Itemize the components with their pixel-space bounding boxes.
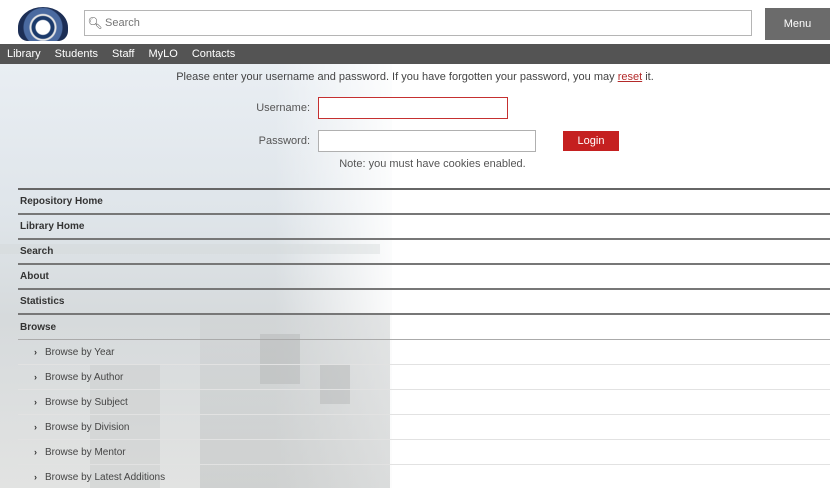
chevron-right-icon: › — [34, 397, 37, 407]
browse-item-label: Browse by Latest Additions — [45, 471, 166, 483]
username-label: Username: — [256, 102, 310, 114]
browse-by-subject[interactable]: › Browse by Subject — [18, 390, 830, 415]
browse-by-mentor[interactable]: › Browse by Mentor — [18, 440, 830, 465]
cookies-note: Note: you must have cookies enabled. — [339, 158, 526, 170]
chevron-right-icon: › — [34, 372, 37, 382]
password-label: Password: — [258, 135, 310, 147]
login-instructions: Please enter your username and password.… — [0, 71, 830, 83]
menu-button[interactable]: Menu — [765, 8, 830, 40]
nav-students[interactable]: Students — [48, 48, 105, 60]
reset-password-link[interactable]: reset — [618, 71, 642, 83]
login-intro-suffix: it. — [642, 71, 654, 83]
main-nav: Library Students Staff MyLO Contacts — [0, 44, 830, 64]
login-intro-text: Please enter your username and password.… — [176, 71, 618, 83]
browse-by-division[interactable]: › Browse by Division — [18, 415, 830, 440]
nav-contacts[interactable]: Contacts — [185, 48, 242, 60]
login-button[interactable]: Login — [563, 131, 619, 151]
menu-item-search[interactable]: Search — [18, 240, 830, 265]
menu-item-about[interactable]: About — [18, 265, 830, 290]
top-header: 🔍︎ Menu — [0, 0, 830, 44]
browse-item-label: Browse by Subject — [45, 396, 128, 408]
browse-by-author[interactable]: › Browse by Author — [18, 365, 830, 390]
browse-by-year[interactable]: › Browse by Year — [18, 340, 830, 365]
menu-item-statistics[interactable]: Statistics — [18, 290, 830, 315]
nav-library[interactable]: Library — [0, 48, 48, 60]
username-row: Username: — [230, 97, 508, 119]
username-field[interactable] — [318, 97, 508, 119]
browse-item-label: Browse by Year — [45, 346, 115, 358]
browse-by-latest-additions[interactable]: › Browse by Latest Additions — [18, 465, 830, 488]
browse-item-label: Browse by Division — [45, 421, 130, 433]
browse-item-label: Browse by Mentor — [45, 446, 126, 458]
search-icon[interactable]: 🔍︎ — [85, 16, 105, 30]
chevron-right-icon: › — [34, 422, 37, 432]
chevron-right-icon: › — [34, 347, 37, 357]
nav-staff[interactable]: Staff — [105, 48, 141, 60]
chevron-right-icon: › — [34, 447, 37, 457]
menu-item-library-home[interactable]: Library Home — [18, 215, 830, 240]
password-field[interactable] — [318, 130, 536, 152]
search-input[interactable] — [105, 12, 751, 34]
menu-item-repository-home[interactable]: Repository Home — [18, 190, 830, 215]
chevron-right-icon: › — [34, 472, 37, 482]
browse-item-label: Browse by Author — [45, 371, 124, 383]
search-box[interactable]: 🔍︎ — [84, 10, 752, 36]
nav-mylo[interactable]: MyLO — [141, 48, 184, 60]
menu-item-browse[interactable]: Browse — [18, 315, 830, 340]
university-logo[interactable] — [18, 7, 68, 41]
side-menu: Repository Home Library Home Search Abou… — [18, 188, 830, 488]
password-row: Password: — [230, 130, 536, 152]
